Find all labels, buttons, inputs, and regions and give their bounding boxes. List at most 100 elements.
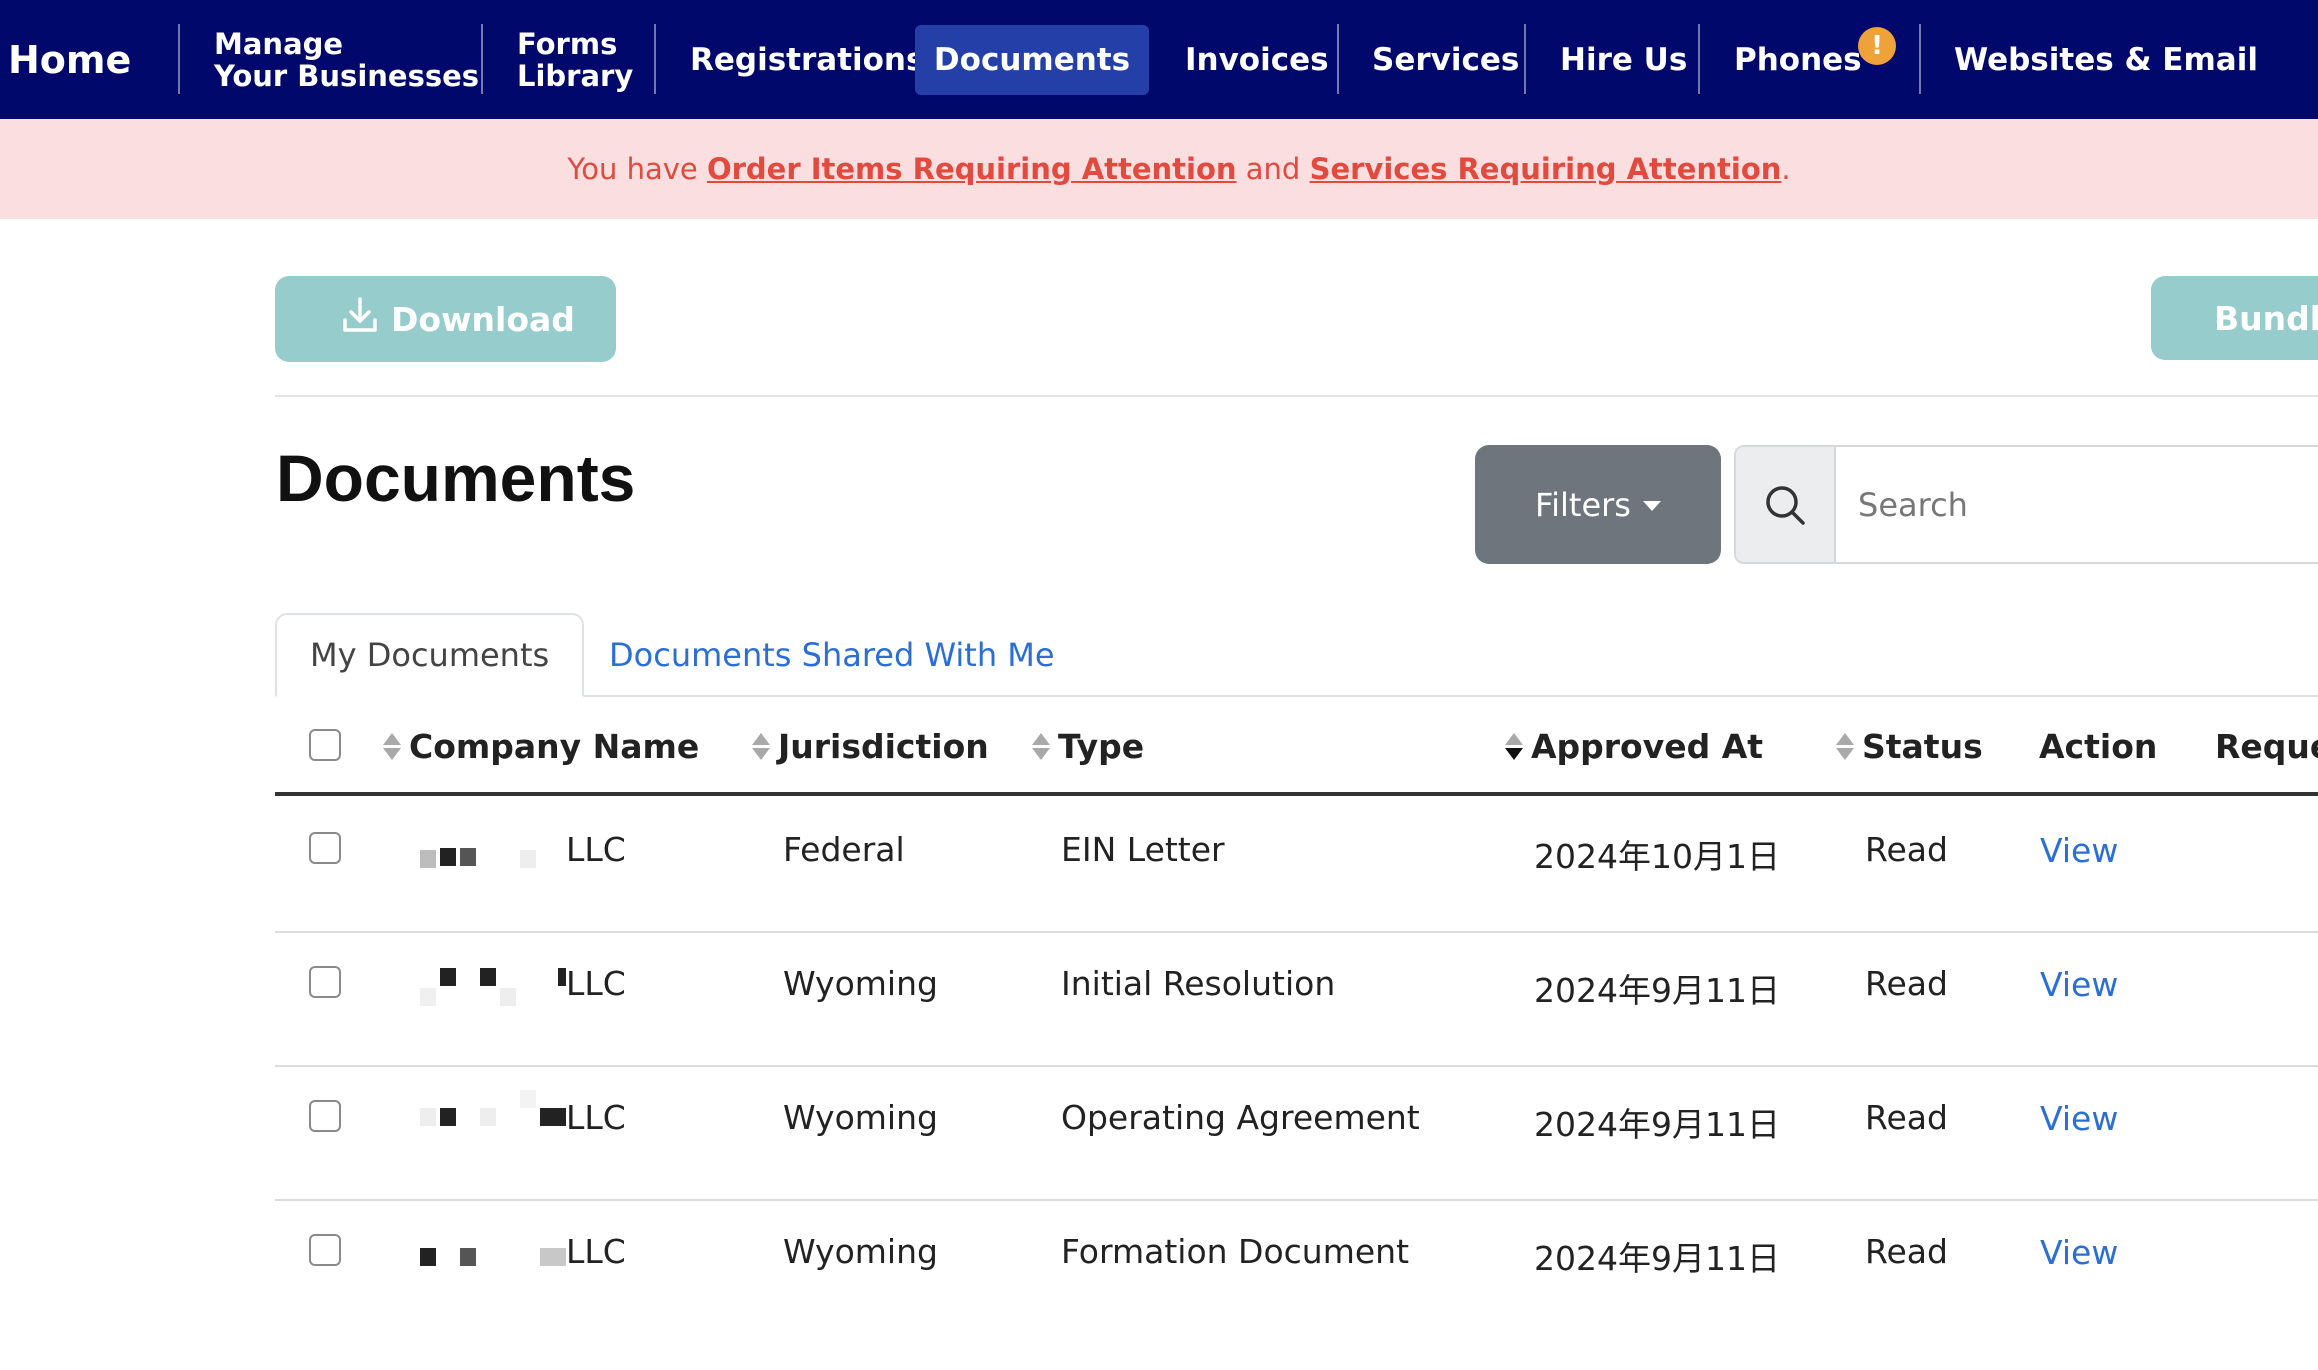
tab-documents-shared[interactable]: Documents Shared With Me <box>576 613 1088 697</box>
nav-websites-email[interactable]: Websites & Email <box>1954 0 2258 119</box>
company-name-cell: LLC <box>566 1232 626 1271</box>
nav-separator <box>481 24 483 94</box>
approved-at-cell: 2024年9月11日 <box>1534 1105 1780 1144</box>
view-link[interactable]: View <box>2040 1233 2118 1272</box>
sort-icon <box>752 732 770 760</box>
redacted-company-pixel <box>460 848 476 866</box>
column-header-jurisdiction[interactable]: Jurisdiction <box>752 718 989 774</box>
redacted-company-pixel <box>420 1108 436 1126</box>
page-title: Documents <box>276 441 636 515</box>
row-divider <box>275 1065 2318 1067</box>
redacted-company-pixel <box>540 1248 566 1266</box>
redacted-company-pixel <box>440 1108 456 1126</box>
view-link[interactable]: View <box>2040 965 2118 1004</box>
phones-alert-icon: ! <box>1858 27 1896 65</box>
column-header-status[interactable]: Status <box>1836 718 1983 774</box>
row-checkbox[interactable] <box>309 832 341 864</box>
nav-manage-businesses[interactable]: Manage Your Businesses <box>214 0 479 119</box>
column-header-action: Action <box>2039 726 2158 766</box>
redacted-company-pixel <box>480 1108 496 1126</box>
status-cell: Read <box>1865 1232 1948 1271</box>
company-name-cell: LLC <box>566 1098 626 1137</box>
nav-separator <box>654 24 656 94</box>
company-name-cell: LLC <box>566 830 626 869</box>
search-icon[interactable] <box>1736 447 1836 562</box>
view-link[interactable]: View <box>2040 831 2118 870</box>
redacted-company-pixel <box>480 968 496 986</box>
download-label: Download <box>391 299 575 339</box>
download-button[interactable]: Download <box>275 276 616 362</box>
column-header-status-label: Status <box>1862 726 1983 766</box>
redacted-company-pixel <box>420 850 436 868</box>
table-header-rule <box>275 792 2318 796</box>
nav-separator <box>1337 24 1339 94</box>
sort-icon <box>1836 732 1854 760</box>
tab-my-documents[interactable]: My Documents <box>275 613 585 697</box>
jurisdiction-cell: Wyoming <box>783 964 938 1003</box>
column-header-company-label: Company Name <box>409 726 700 766</box>
banner-suffix: . <box>1781 152 1791 186</box>
filters-label: Filters <box>1535 485 1631 524</box>
approved-at-cell: 2024年10月1日 <box>1534 837 1780 876</box>
redacted-company-pixel <box>520 1090 536 1108</box>
redacted-company-pixel <box>500 988 516 1006</box>
attention-banner: You have Order Items Requiring Attention… <box>0 119 2318 219</box>
nav-forms-line1: Forms <box>517 26 618 61</box>
search-input[interactable] <box>1836 447 2318 562</box>
column-header-type-label: Type <box>1058 726 1145 766</box>
row-divider <box>275 1199 2318 1201</box>
nav-separator <box>178 24 180 94</box>
nav-forms-line2: Library <box>517 58 634 93</box>
download-icon <box>339 294 381 344</box>
redacted-company-pixel <box>440 968 456 986</box>
nav-services[interactable]: Services <box>1372 0 1519 119</box>
nav-separator <box>1524 24 1526 94</box>
redacted-company-pixel <box>440 848 456 866</box>
nav-manage-line1: Manage <box>214 26 344 61</box>
nav-registrations[interactable]: Registrations <box>690 0 924 119</box>
status-cell: Read <box>1865 1098 1948 1137</box>
approved-at-cell: 2024年9月11日 <box>1534 1239 1780 1278</box>
redacted-company-pixel <box>420 988 436 1006</box>
column-header-company[interactable]: Company Name <box>383 718 699 774</box>
row-checkbox[interactable] <box>309 1234 341 1266</box>
nav-hire-us[interactable]: Hire Us <box>1560 0 1687 119</box>
sort-icon <box>383 732 401 760</box>
section-divider <box>275 395 2318 397</box>
bundle-button[interactable]: Bundle <box>2151 276 2318 360</box>
type-cell: Initial Resolution <box>1061 964 1336 1003</box>
nav-forms-library[interactable]: Forms Library <box>517 0 633 119</box>
nav-invoices[interactable]: Invoices <box>1185 0 1329 119</box>
type-cell: Formation Document <box>1061 1232 1410 1271</box>
status-cell: Read <box>1865 964 1948 1003</box>
bundle-label: Bundle <box>2214 298 2318 338</box>
caret-down-icon <box>1642 500 1661 511</box>
row-checkbox[interactable] <box>309 1100 341 1132</box>
row-checkbox[interactable] <box>309 966 341 998</box>
redacted-company-pixel <box>460 1248 476 1266</box>
column-header-approved-at[interactable]: Approved At <box>1505 718 1763 774</box>
nav-documents[interactable]: Documents <box>915 25 1149 95</box>
jurisdiction-cell: Federal <box>783 830 905 869</box>
search-box <box>1734 445 2318 564</box>
nav-home[interactable]: Home <box>8 0 131 119</box>
services-attention-link[interactable]: Services Requiring Attention <box>1310 152 1782 186</box>
banner-middle: and <box>1236 152 1310 186</box>
select-all-checkbox[interactable] <box>309 729 341 761</box>
status-cell: Read <box>1865 830 1948 869</box>
view-link[interactable]: View <box>2040 1099 2118 1138</box>
column-header-approved-label: Approved At <box>1531 726 1764 766</box>
column-header-jurisdiction-label: Jurisdiction <box>778 726 989 766</box>
redacted-company-pixel <box>558 968 566 986</box>
jurisdiction-cell: Wyoming <box>783 1232 938 1271</box>
row-divider <box>275 931 2318 933</box>
type-cell: EIN Letter <box>1061 830 1225 869</box>
order-items-attention-link[interactable]: Order Items Requiring Attention <box>707 152 1237 186</box>
sort-desc-icon <box>1505 732 1523 760</box>
nav-separator <box>1919 24 1921 94</box>
nav-phones[interactable]: Phones <box>1734 0 1862 119</box>
column-header-type[interactable]: Type <box>1032 718 1144 774</box>
filters-dropdown-button[interactable]: Filters <box>1475 445 1721 564</box>
approved-at-cell: 2024年9月11日 <box>1534 971 1780 1010</box>
company-name-cell: LLC <box>566 964 626 1003</box>
